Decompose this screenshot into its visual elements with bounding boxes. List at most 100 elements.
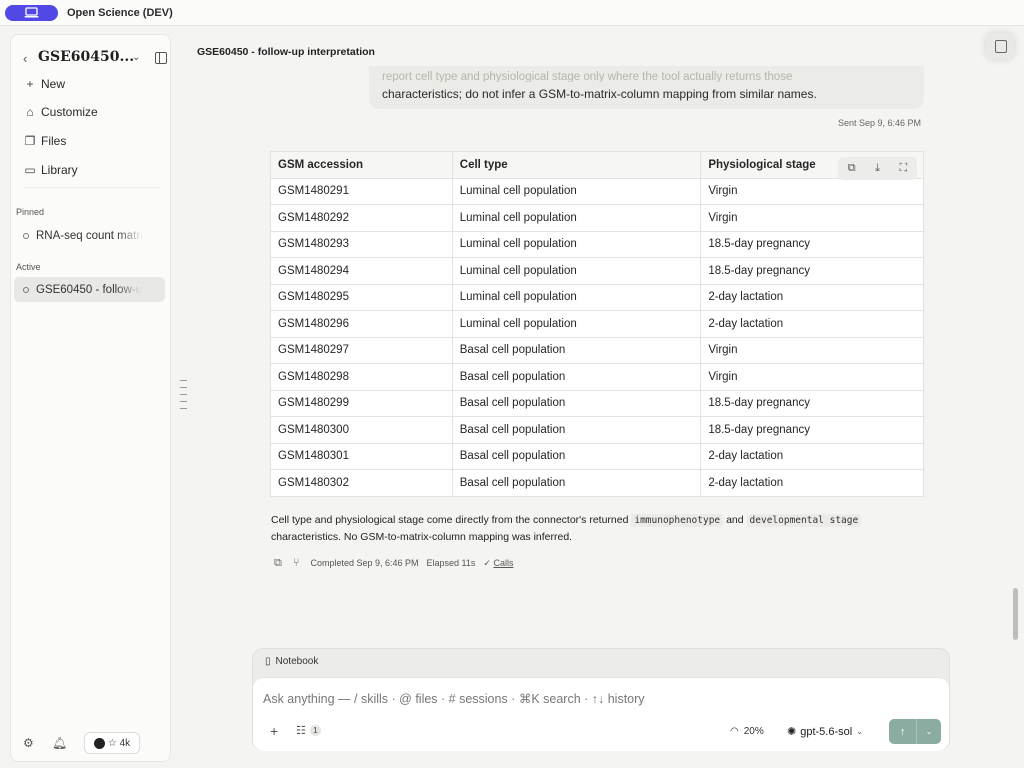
sidebar-item-files[interactable]: ❐ Files bbox=[23, 132, 67, 150]
gsm-accession-cell: GSM1480293 bbox=[270, 230, 453, 258]
prompt-input[interactable] bbox=[263, 690, 883, 708]
back-chevron-icon[interactable]: ‹ bbox=[23, 51, 27, 66]
sidebar-item-label: New bbox=[41, 77, 66, 91]
sidebar-toggle-icon[interactable] bbox=[155, 52, 167, 64]
book-icon: ▭ bbox=[24, 163, 36, 177]
completed-timestamp: Completed Sep 9, 6:46 PM bbox=[310, 558, 419, 568]
send-button-group: ↑ ⌄ bbox=[889, 719, 941, 744]
note-text: characteristics. No GSM-to-matrix-column… bbox=[271, 531, 573, 543]
gsm-accession-cell: GSM1480302 bbox=[270, 469, 453, 497]
model-icon: ✺ bbox=[787, 726, 797, 738]
sidebar-item-new[interactable]: + New bbox=[23, 75, 65, 93]
copy-icon[interactable]: ⧉ bbox=[848, 162, 856, 175]
gsm-accession-cell: GSM1480295 bbox=[270, 283, 453, 311]
sidebar-item-library[interactable]: ▭ Library bbox=[23, 161, 77, 179]
table-header: GSM accession bbox=[270, 151, 453, 179]
table-row: GSM1480299 Basal cell population 18.5-day … bbox=[270, 389, 924, 417]
sidebar-header: ‹ GSE60450... ⌄ bbox=[23, 49, 167, 67]
table-row: GSM1480301 Basal cell population 2-day lac… bbox=[270, 442, 924, 470]
cell-type-cell: Luminal cell population bbox=[451, 257, 702, 285]
notebook-label: Notebook bbox=[275, 656, 319, 667]
table-header-row: GSM accession Cell type Physiological st… bbox=[270, 151, 924, 179]
physiological-stage-cell: Virgin bbox=[700, 363, 924, 391]
gsm-accession-cell: GSM1480300 bbox=[270, 416, 453, 444]
github-stars-button[interactable]: ☆ 4k bbox=[84, 732, 140, 754]
session-label: GSE60450 - follow-u bbox=[36, 283, 143, 296]
session-status-icon bbox=[23, 286, 29, 293]
table-row: GSM1480296 Luminal cell population 2-day l… bbox=[270, 310, 924, 338]
cell-type-cell: Basal cell population bbox=[451, 336, 702, 364]
session-title: GSE60450 - follow-up interpretation bbox=[197, 46, 375, 58]
table-row: GSM1480293 Luminal cell population 18.5-da… bbox=[270, 230, 924, 258]
results-table: GSM accession Cell type Physiological st… bbox=[270, 151, 924, 497]
sidebar-session-pinned[interactable]: RNA-seq count matri bbox=[14, 223, 165, 248]
notebook-tab[interactable]: ▯ Notebook bbox=[265, 656, 318, 667]
download-icon[interactable]: ⤓ bbox=[875, 162, 880, 175]
table-row: GSM1480294 Luminal cell population 18.5-da… bbox=[270, 257, 924, 285]
options-button[interactable]: ☷ 1 bbox=[296, 724, 321, 737]
sidebar: ‹ GSE60450... ⌄ + New ⌂ Customize ❐ File… bbox=[10, 34, 171, 762]
settings-gear-icon[interactable]: ⚙ bbox=[23, 736, 34, 750]
expand-icon[interactable]: ⛶ bbox=[900, 162, 908, 175]
user-message-faded-line: report cell type and physiological stage… bbox=[382, 71, 793, 82]
table-row: GSM1480302 Basal cell population 2-day lac… bbox=[270, 469, 924, 497]
physiological-stage-cell: 18.5-day pregnancy bbox=[700, 416, 924, 444]
physiological-stage-cell: Virgin bbox=[700, 177, 924, 205]
code-immunophenotype: immunophenotype bbox=[631, 514, 724, 527]
table-row: GSM1480291 Luminal cell population Virgin bbox=[270, 177, 924, 205]
gsm-accession-cell: GSM1480297 bbox=[270, 336, 453, 364]
scrollbar[interactable] bbox=[1013, 588, 1018, 640]
chevron-down-icon: ⌄ bbox=[856, 727, 863, 736]
elapsed-time: Elapsed 11s bbox=[426, 558, 476, 568]
note-text: and bbox=[726, 514, 744, 526]
gauge-icon: ◠ bbox=[730, 726, 739, 737]
physiological-stage-cell: Virgin bbox=[700, 204, 924, 232]
physiological-stage-cell: 2-day lactation bbox=[700, 310, 924, 338]
table-header: Cell type bbox=[451, 151, 702, 179]
send-arrow-icon[interactable]: ↑ bbox=[889, 719, 917, 744]
bell-icon[interactable]: 🔔︎ bbox=[52, 736, 67, 750]
gsm-accession-cell: GSM1480292 bbox=[270, 204, 453, 232]
physiological-stage-cell: 2-day lactation bbox=[700, 283, 924, 311]
files-icon: ❐ bbox=[24, 134, 36, 148]
pinned-heading: Pinned bbox=[16, 207, 45, 217]
app-switcher-button[interactable] bbox=[5, 5, 58, 21]
send-options-chevron-icon[interactable]: ⌄ bbox=[917, 719, 941, 744]
panel-toggle-icon[interactable] bbox=[986, 33, 1014, 59]
active-heading: Active bbox=[16, 262, 41, 272]
paint-icon: ⌂ bbox=[26, 105, 34, 119]
note-text: Cell type and physiological stage come d… bbox=[271, 514, 629, 526]
gsm-accession-cell: GSM1480296 bbox=[270, 310, 453, 338]
github-stars-count: ☆ 4k bbox=[107, 737, 131, 749]
resize-handle[interactable] bbox=[180, 380, 188, 416]
copy-icon[interactable]: ⧉ bbox=[274, 557, 282, 570]
cell-type-cell: Basal cell population bbox=[451, 442, 702, 470]
physiological-stage-cell: 18.5-day pregnancy bbox=[700, 230, 924, 258]
physiological-stage-cell: 18.5-day pregnancy bbox=[700, 389, 924, 417]
user-message-text: characteristics; do not infer a GSM-to-m… bbox=[382, 87, 817, 101]
composer-input-area: + ☷ 1 ◠ 20% ✺ gpt-5.6-sol ⌄ ↑ ⌄ bbox=[253, 677, 949, 751]
calls-link[interactable]: ✓ Calls bbox=[483, 558, 513, 569]
code-developmental-stage: developmental stage bbox=[746, 514, 862, 527]
cell-type-cell: Luminal cell population bbox=[451, 310, 702, 338]
table-row: GSM1480300 Basal cell population 18.5-day … bbox=[270, 416, 924, 444]
table-row: GSM1480297 Basal cell population Virgin bbox=[270, 336, 924, 364]
model-name: gpt-5.6-sol bbox=[800, 725, 853, 738]
sliders-icon: ☷ bbox=[296, 725, 306, 737]
table-row: GSM1480292 Luminal cell population Virgin bbox=[270, 204, 924, 232]
add-attachment-icon[interactable]: + bbox=[270, 723, 278, 739]
cell-type-cell: Luminal cell population bbox=[451, 283, 702, 311]
project-title[interactable]: GSE60450... bbox=[38, 49, 134, 65]
table-row: GSM1480298 Basal cell population Virgin bbox=[270, 363, 924, 391]
chevron-down-icon[interactable]: ⌄ bbox=[132, 52, 140, 63]
sidebar-item-customize[interactable]: ⌂ Customize bbox=[23, 103, 98, 121]
sidebar-session-active[interactable]: GSE60450 - follow-u bbox=[14, 277, 165, 302]
physiological-stage-cell: 2-day lactation bbox=[700, 469, 924, 497]
branch-icon[interactable]: ⑂ bbox=[293, 557, 300, 569]
sidebar-divider bbox=[23, 187, 160, 188]
calls-label: Calls bbox=[493, 557, 514, 568]
gsm-accession-cell: GSM1480301 bbox=[270, 442, 453, 470]
sidebar-item-label: Customize bbox=[41, 105, 98, 119]
model-selector[interactable]: ✺ gpt-5.6-sol ⌄ bbox=[787, 725, 863, 739]
gsm-accession-cell: GSM1480299 bbox=[270, 389, 453, 417]
